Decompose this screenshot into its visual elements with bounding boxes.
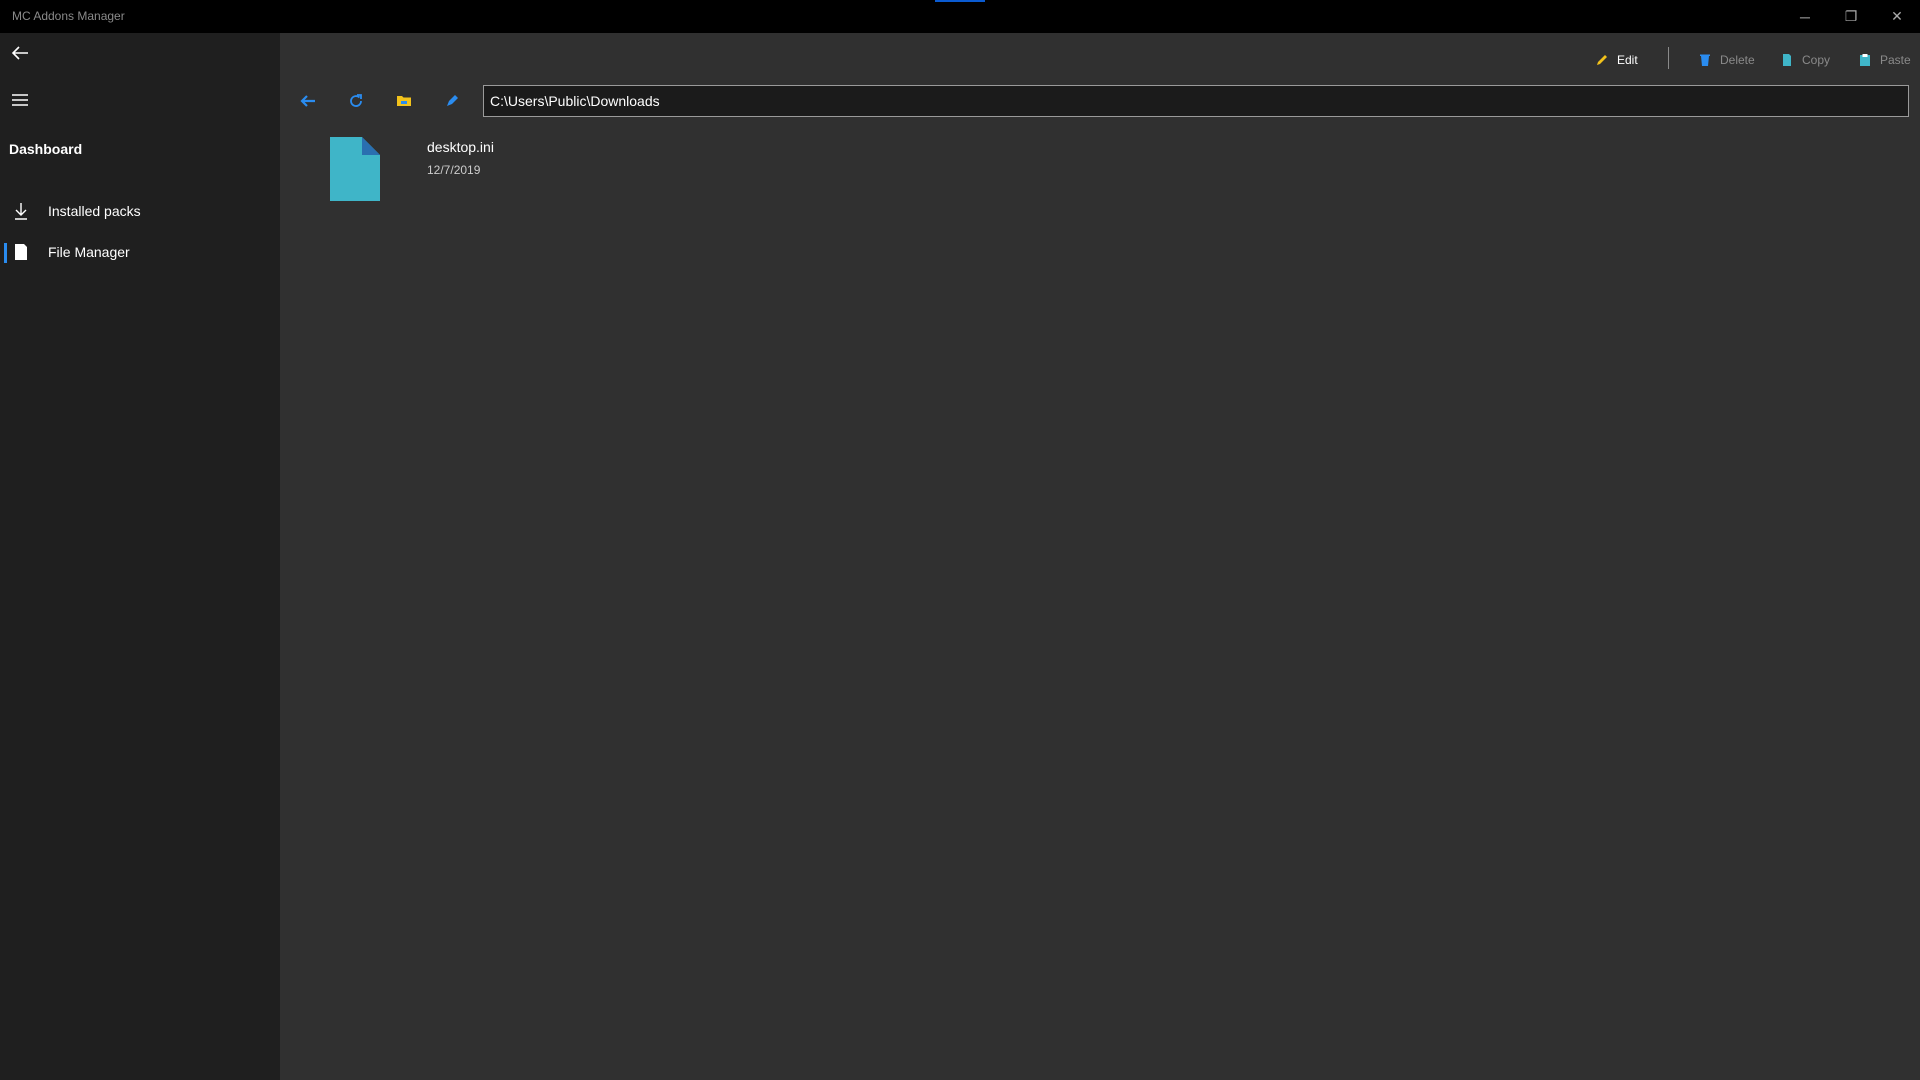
paste-label: Paste [1880,53,1911,67]
file-item[interactable]: desktop.ini 12/7/2019 [320,133,540,203]
close-icon: ✕ [1891,8,1903,24]
file-name: desktop.ini [427,139,494,155]
sidebar-item-installed-packs[interactable]: Installed packs [0,192,280,230]
copy-button[interactable]: Copy [1780,45,1830,75]
title-bar: MC Addons Manager ─ ❐ ✕ [0,0,1920,33]
selection-indicator [4,243,7,263]
sidebar-section-title: Dashboard [9,141,83,157]
back-arrow-icon [11,46,28,60]
clipboard-icon [1860,54,1870,66]
refresh-button[interactable] [342,87,370,115]
main-content: Edit Delete Copy Paste C:\Users\Public\D… [280,33,1920,1080]
copy-icon [1783,54,1791,66]
refresh-icon [350,94,362,107]
sidebar-item-file-manager[interactable]: File Manager [0,233,280,271]
trash-icon [1700,54,1710,66]
restore-icon: ❐ [1844,8,1858,24]
copy-label: Copy [1802,53,1831,67]
minimize-button[interactable]: ─ [1782,0,1828,33]
close-button[interactable]: ✕ [1874,0,1920,33]
command-separator [1668,47,1669,69]
sidebar-back-button[interactable] [8,41,32,65]
sidebar: Dashboard Installed packs File Manager [0,33,280,1080]
sidebar-item-label: Installed packs [48,203,141,219]
open-folder-button[interactable] [390,87,418,115]
brush-icon [447,95,458,106]
back-arrow-icon [300,95,315,107]
path-input[interactable] [483,85,1909,117]
pencil-icon [1597,55,1607,65]
hamburger-menu-button[interactable] [8,88,32,112]
focus-indicator [935,0,985,2]
edit-label: Edit [1617,53,1638,67]
brush-button[interactable] [438,87,466,115]
file-icon [330,137,380,201]
file-date: 12/7/2019 [427,163,481,177]
delete-label: Delete [1720,53,1755,67]
minimize-icon: ─ [1800,8,1810,25]
window-title: MC Addons Manager [12,9,125,23]
delete-button[interactable]: Delete [1698,45,1755,75]
download-icon [15,203,27,220]
folder-icon [397,96,411,106]
sidebar-item-label: File Manager [48,244,130,260]
paste-button[interactable]: Paste [1858,45,1911,75]
maximize-button[interactable]: ❐ [1828,0,1874,33]
hamburger-menu-icon [12,94,28,106]
navigate-back-button[interactable] [294,87,322,115]
document-icon [15,244,27,260]
edit-button[interactable]: Edit [1595,45,1638,75]
